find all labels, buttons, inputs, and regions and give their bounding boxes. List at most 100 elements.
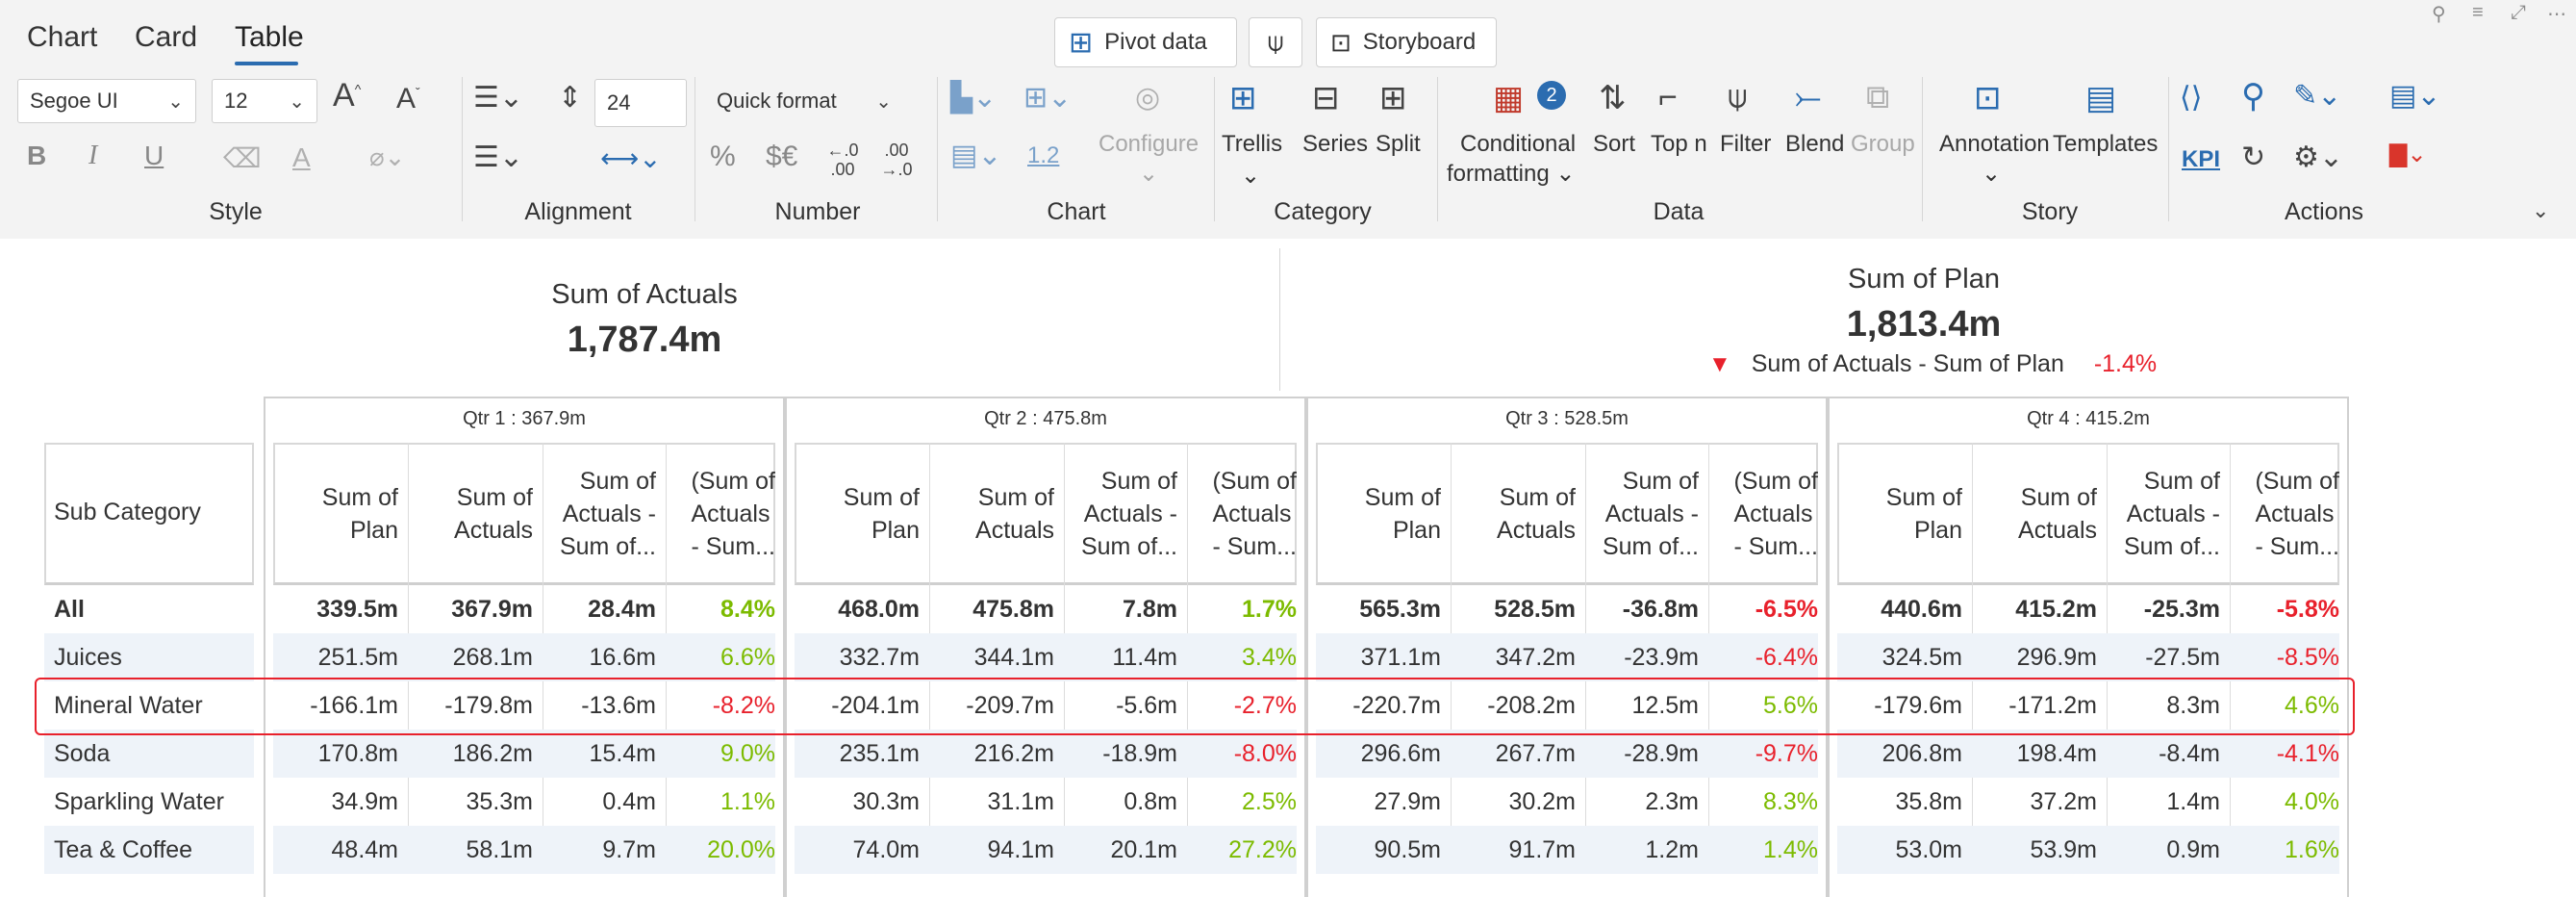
- column-header-variance_pct[interactable]: (Sum of Actuals - Sum...: [1187, 443, 1306, 585]
- percent-button[interactable]: %: [710, 141, 736, 173]
- settings-icon[interactable]: ⚙⌄: [2293, 141, 2343, 174]
- filter-pin-button[interactable]: ⍦: [1249, 17, 1302, 67]
- table-cell[interactable]: 90.5m: [1316, 826, 1451, 874]
- table-cell[interactable]: 296.6m: [1316, 730, 1451, 778]
- pin-icon[interactable]: ⚲: [2432, 2, 2446, 26]
- table-cell[interactable]: 251.5m: [273, 633, 408, 681]
- align-icon[interactable]: ☰⌄: [473, 81, 523, 115]
- table-cell[interactable]: 30.2m: [1451, 778, 1585, 826]
- table-cell[interactable]: 2.5%: [1187, 778, 1306, 826]
- table-cell[interactable]: 58.1m: [408, 826, 543, 874]
- column-header-actuals[interactable]: Sum of Actuals: [1972, 443, 2107, 585]
- trellis-button[interactable]: Trellis: [1222, 131, 1282, 158]
- table-cell[interactable]: 74.0m: [795, 826, 929, 874]
- bar-chart-icon[interactable]: ▙⌄: [950, 81, 997, 115]
- series-button[interactable]: Series: [1302, 131, 1368, 158]
- table-cell[interactable]: 324.5m: [1837, 633, 1972, 681]
- search-icon[interactable]: ⚲: [2241, 77, 2265, 115]
- expand-icon[interactable]: ⤢: [2511, 2, 2526, 24]
- conditional-formatting-button[interactable]: Conditional: [1460, 131, 1576, 158]
- table-cell[interactable]: 170.8m: [273, 730, 408, 778]
- table-cell[interactable]: 1.2m: [1585, 826, 1708, 874]
- table-cell[interactable]: -8.4m: [2107, 730, 2230, 778]
- templates-icon[interactable]: ▤: [2085, 79, 2116, 117]
- row-label[interactable]: Juices: [44, 633, 252, 681]
- table-cell[interactable]: 30.3m: [795, 778, 929, 826]
- table-cell[interactable]: -27.5m: [2107, 633, 2230, 681]
- table-cell[interactable]: -9.7%: [1708, 730, 1828, 778]
- table-cell[interactable]: -36.8m: [1585, 585, 1708, 633]
- table-cell[interactable]: 198.4m: [1972, 730, 2107, 778]
- table-cell[interactable]: 20.0%: [666, 826, 785, 874]
- sort-icon[interactable]: ⇅: [1599, 79, 1627, 117]
- table-cell[interactable]: 1.7%: [1187, 585, 1306, 633]
- table-cell[interactable]: 206.8m: [1837, 730, 1972, 778]
- table-cell[interactable]: -4.1%: [2230, 730, 2349, 778]
- table-cell[interactable]: 11.4m: [1064, 633, 1187, 681]
- table-cell[interactable]: 468.0m: [795, 585, 929, 633]
- filter-icon[interactable]: ⍦: [1728, 79, 1747, 116]
- chart-layout-icon[interactable]: ⊞⌄: [1023, 81, 1072, 115]
- row-label[interactable]: All: [44, 585, 252, 633]
- pdf-icon[interactable]: ▇⌄: [2389, 141, 2427, 168]
- blend-icon[interactable]: ⤚: [1795, 79, 1821, 116]
- table-cell[interactable]: 7.8m: [1064, 585, 1187, 633]
- table-cell[interactable]: 186.2m: [408, 730, 543, 778]
- table-cell[interactable]: 4.0%: [2230, 778, 2349, 826]
- table-cell[interactable]: 9.7m: [543, 826, 666, 874]
- table-cell[interactable]: -23.9m: [1585, 633, 1708, 681]
- table-cell[interactable]: 20.1m: [1064, 826, 1187, 874]
- table-cell[interactable]: 367.9m: [408, 585, 543, 633]
- table-cell[interactable]: -5.8%: [2230, 585, 2349, 633]
- table-cell[interactable]: 37.2m: [1972, 778, 2107, 826]
- vertical-align-icon[interactable]: ☰⌄: [473, 141, 523, 174]
- table-cell[interactable]: 0.4m: [543, 778, 666, 826]
- increase-decimal-button[interactable]: .00 →.0: [877, 141, 916, 179]
- tab-card[interactable]: Card: [135, 21, 197, 54]
- row-label[interactable]: Tea & Coffee: [44, 826, 252, 874]
- blend-button[interactable]: Blend: [1785, 131, 1844, 158]
- table-cell[interactable]: 344.1m: [929, 633, 1064, 681]
- table-cell[interactable]: 268.1m: [408, 633, 543, 681]
- column-header-actuals[interactable]: Sum of Actuals: [1451, 443, 1585, 585]
- table-cell[interactable]: 528.5m: [1451, 585, 1585, 633]
- table-cell[interactable]: 27.2%: [1187, 826, 1306, 874]
- trellis-icon[interactable]: ⊞: [1229, 79, 1257, 117]
- line-height-input[interactable]: 24: [594, 79, 687, 127]
- table-cell[interactable]: 8.3%: [1708, 778, 1828, 826]
- column-header-variance[interactable]: Sum of Actuals - Sum of...: [2107, 443, 2230, 585]
- templates-button[interactable]: Templates: [2053, 131, 2158, 158]
- table-cell[interactable]: 1.4%: [1708, 826, 1828, 874]
- tab-table[interactable]: Table: [235, 21, 304, 54]
- table-cell[interactable]: 35.3m: [408, 778, 543, 826]
- table-cell[interactable]: 267.7m: [1451, 730, 1585, 778]
- table-cell[interactable]: -25.3m: [2107, 585, 2230, 633]
- sort-button[interactable]: Sort: [1593, 131, 1635, 158]
- table-cell[interactable]: 53.9m: [1972, 826, 2107, 874]
- table-cell[interactable]: 34.9m: [273, 778, 408, 826]
- column-header-actuals[interactable]: Sum of Actuals: [929, 443, 1064, 585]
- row-label[interactable]: Sparkling Water: [44, 778, 252, 826]
- storyboard-button[interactable]: ⊡ Storyboard: [1316, 17, 1497, 67]
- table-cell[interactable]: 1.4m: [2107, 778, 2230, 826]
- table-cell[interactable]: 415.2m: [1972, 585, 2107, 633]
- formatting-label[interactable]: formatting ⌄: [1447, 160, 1576, 188]
- table-cell[interactable]: -6.4%: [1708, 633, 1828, 681]
- italic-button[interactable]: I: [88, 141, 97, 171]
- font-size-select[interactable]: 12 ⌄: [212, 79, 317, 123]
- annotation-button[interactable]: Annotation: [1939, 131, 2050, 158]
- split-icon[interactable]: ⊞: [1379, 79, 1407, 117]
- column-header-variance_pct[interactable]: (Sum of Actuals - Sum...: [2230, 443, 2349, 585]
- table-cell[interactable]: 35.8m: [1837, 778, 1972, 826]
- topn-icon[interactable]: ⌐: [1658, 79, 1678, 116]
- column-header-actuals[interactable]: Sum of Actuals: [408, 443, 543, 585]
- table-cell[interactable]: 0.8m: [1064, 778, 1187, 826]
- series-icon[interactable]: ⊟: [1312, 79, 1340, 117]
- font-family-select[interactable]: Segoe UI ⌄: [17, 79, 196, 123]
- bold-button[interactable]: B: [27, 141, 46, 171]
- row-label[interactable]: Soda: [44, 730, 252, 778]
- annotation-icon[interactable]: ⊡: [1974, 79, 2002, 117]
- table-cell[interactable]: 347.2m: [1451, 633, 1585, 681]
- currency-button[interactable]: $€: [766, 141, 797, 173]
- width-icon[interactable]: ⟷⌄: [600, 142, 662, 174]
